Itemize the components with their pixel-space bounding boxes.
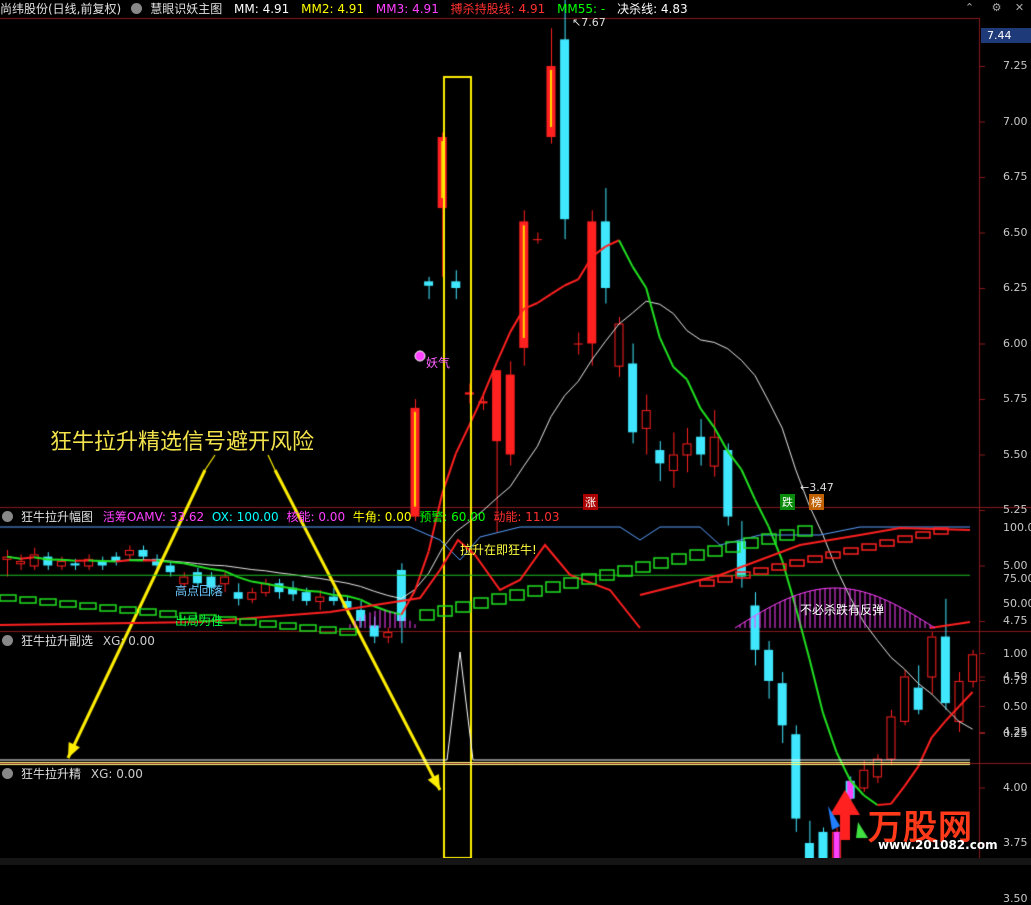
main-y-tick: 6.00	[1003, 336, 1028, 350]
marker-bang: 榜	[809, 494, 824, 510]
pane3-tick-025: 0.25	[1003, 727, 1028, 740]
pane2-tick-50: 50.00	[1003, 597, 1031, 610]
pane4-title[interactable]: 狂牛拉升精	[21, 767, 81, 781]
pane3-tick-1: 1.00	[1003, 647, 1028, 660]
pane2-settings-icon[interactable]	[2, 511, 13, 522]
pane3-field: XG: 0.00	[102, 634, 155, 648]
pane2-tick-100: 100.0	[1003, 521, 1031, 534]
pane2-field-0: 活筹OAMV: 33.62	[102, 510, 205, 524]
current-price-box: 7.44	[981, 28, 1031, 43]
mm2-value: MM2: 4.91	[301, 2, 365, 16]
bosha-value: 搏杀持股线: 4.91	[450, 2, 546, 16]
brand-url: www.201082.com	[878, 838, 998, 852]
main-y-tick: 4.00	[1003, 780, 1028, 794]
pane4-field: XG: 0.00	[90, 767, 143, 781]
pane2-field-1: OX: 100.00	[211, 510, 279, 524]
main-y-tick: 6.25	[1003, 281, 1028, 294]
marker-zhang: 涨	[583, 494, 598, 510]
pane4-settings-icon[interactable]	[2, 768, 13, 779]
main-y-tick: 5.75	[1003, 392, 1028, 405]
pane4-header: 狂牛拉升精 XG: 0.00	[0, 765, 151, 783]
main-y-tick: 3.75	[1003, 836, 1028, 849]
mm55-value: MM55: -	[557, 2, 606, 16]
mm-value: MM: 4.91	[234, 2, 290, 16]
main-y-tick: 3.50	[1003, 891, 1028, 905]
label-high-drop: 高点回落	[175, 584, 224, 598]
mm3-value: MM3: 4.91	[375, 2, 439, 16]
annotation-text: 狂牛拉升精选信号避开风险	[50, 430, 315, 455]
pane3-settings-icon[interactable]	[2, 635, 13, 646]
stock-name[interactable]: 尚纬股份(日线,前复权)	[0, 2, 121, 16]
collapse-icon[interactable]: ⌃	[963, 1, 976, 14]
main-y-tick: 7.25	[1003, 59, 1028, 72]
indicator-name[interactable]: 慧眼识妖主图	[150, 2, 222, 16]
main-y-tick: 6.75	[1003, 170, 1028, 183]
pane2-header: 狂牛拉升幅图 活筹OAMV: 33.62 OX: 100.00 核能: 0.00…	[0, 508, 564, 526]
high-price-label: ↖7.67	[572, 16, 606, 29]
bottom-scrollbar[interactable]	[0, 858, 1031, 865]
marker-die: 跌	[780, 494, 795, 510]
low-price-label: ←3.47	[800, 481, 834, 494]
close-icon[interactable]: ✕	[1013, 1, 1026, 14]
settings-icon[interactable]	[131, 3, 143, 14]
pane2-tick-75: 75.00	[1003, 572, 1031, 585]
pane2-field-2: 核能: 0.00	[286, 510, 346, 524]
pane3-tick-075: 0.75	[1003, 674, 1028, 687]
pane2-field-3: 牛角: 0.00	[352, 510, 412, 524]
main-y-tick: 6.50	[1003, 225, 1028, 239]
main-y-tick: 4.75	[1003, 614, 1028, 627]
main-y-tick: 7.00	[1003, 114, 1028, 128]
label-rebound: 不必杀跌有反弹	[800, 603, 885, 617]
pane2-field-4: 预警: 60.00	[419, 510, 486, 524]
pane2-title[interactable]: 狂牛拉升幅图	[21, 510, 93, 524]
main-y-tick: 5.50	[1003, 447, 1028, 461]
settings-gear-icon[interactable]: ⚙	[990, 1, 1003, 14]
juesha-value: 决杀线: 4.83	[617, 2, 688, 16]
pane2-field-5: 动能: 11.03	[493, 510, 560, 524]
yaoqi-signal-label: 妖气	[426, 356, 451, 370]
main-y-tick: 5.25	[1003, 503, 1028, 516]
label-rally: 拉升在即狂牛!	[460, 543, 537, 557]
pane3-header: 狂牛拉升副选 XG: 0.00	[0, 632, 163, 650]
main-y-tick: 5.00	[1003, 558, 1028, 572]
pane3-title[interactable]: 狂牛拉升副选	[21, 634, 93, 648]
label-exit: 出局为佳	[175, 614, 224, 628]
pane3-tick-05: 0.50	[1003, 700, 1028, 713]
